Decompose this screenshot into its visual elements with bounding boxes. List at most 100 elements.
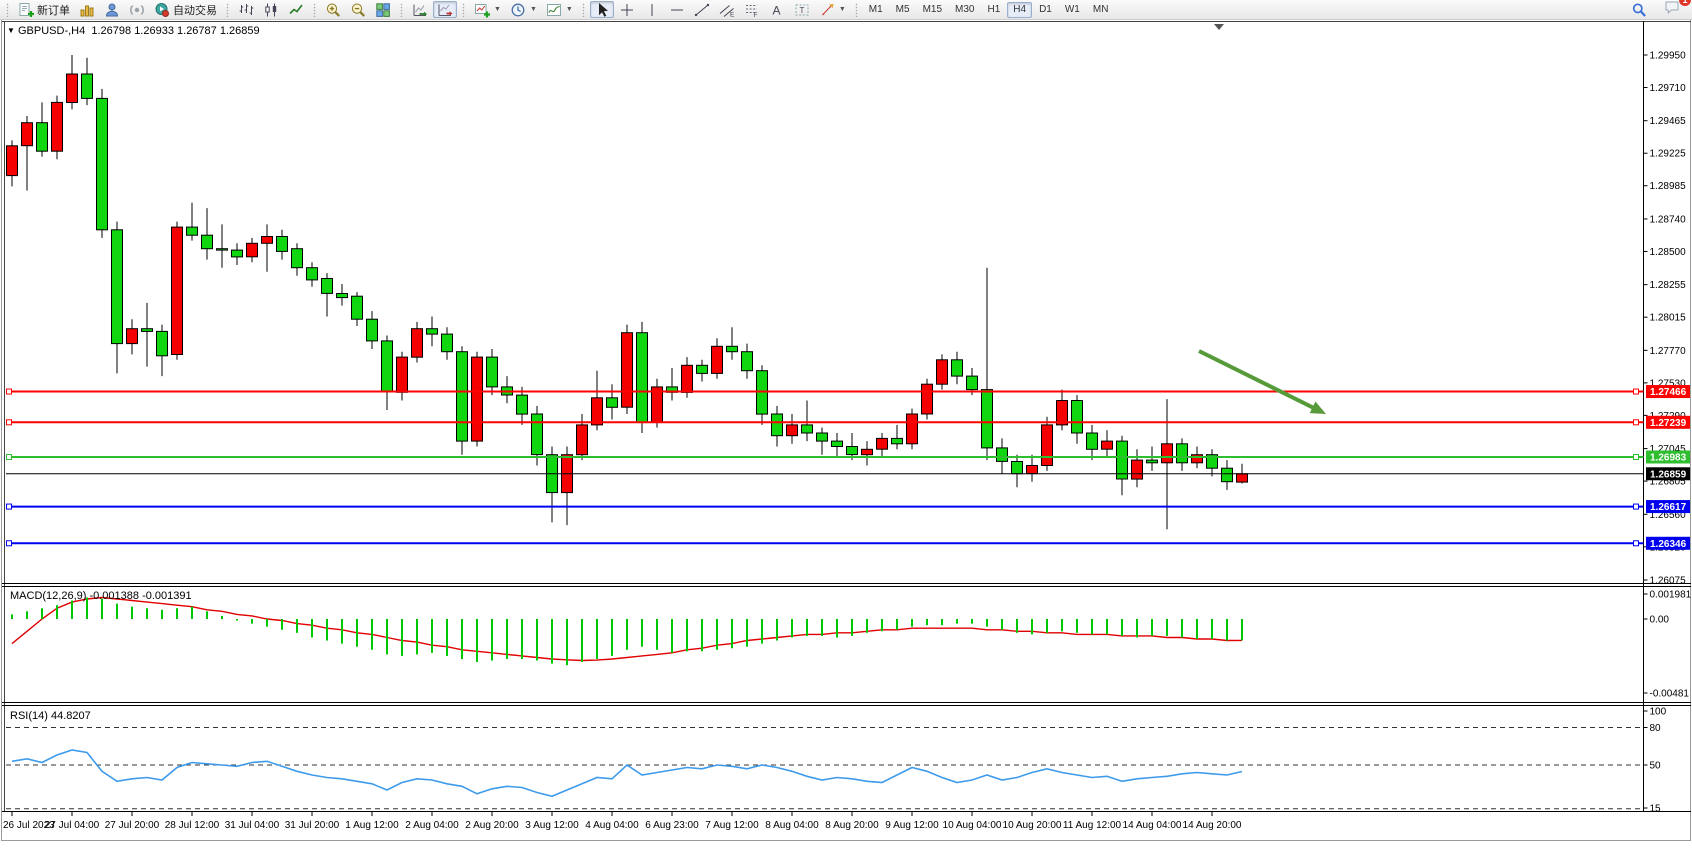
chart-symbol: GBPUSD-,H4	[18, 25, 85, 37]
toolbar-gripper[interactable]	[580, 3, 587, 17]
chart-shift-button[interactable]	[433, 1, 457, 18]
candle	[157, 325, 168, 377]
time-axis-label: 28 Jul 12:00	[165, 820, 220, 831]
candle	[172, 222, 183, 360]
candle	[112, 222, 123, 374]
line-handle[interactable]	[1634, 389, 1639, 394]
candle	[862, 441, 873, 465]
line-handle[interactable]	[7, 454, 12, 459]
charts-button[interactable]	[75, 1, 99, 18]
candle	[982, 268, 993, 460]
timeframe-h1-button[interactable]: H1	[981, 2, 1006, 18]
text-button[interactable]: A	[765, 1, 789, 18]
svg-text:F: F	[753, 12, 757, 18]
candle	[292, 243, 303, 275]
toolbar-gripper[interactable]	[224, 3, 231, 17]
candle	[502, 376, 513, 403]
toolbar-gripper[interactable]	[460, 3, 467, 17]
candle	[667, 368, 678, 401]
line-handle[interactable]	[1634, 454, 1639, 459]
candle	[757, 365, 768, 425]
line-chart-button[interactable]	[284, 1, 308, 18]
ohlc-close: 1.26859	[220, 25, 260, 37]
toolbar-gripper[interactable]	[4, 3, 11, 17]
svg-text:E: E	[730, 11, 735, 18]
indicators-button[interactable]: ▼	[470, 1, 505, 18]
candle	[1102, 430, 1113, 457]
periods-button[interactable]: ▼	[506, 1, 541, 18]
dropdown-arrow-icon[interactable]: ▼	[566, 6, 573, 13]
terminal-button[interactable]	[100, 1, 124, 18]
chart-menu-icon[interactable]: ▼	[7, 26, 15, 35]
price-axis-tick: 1.26075	[1650, 576, 1687, 587]
text-label-button[interactable]: T	[790, 1, 814, 18]
candle	[442, 327, 453, 360]
vertical-line-button[interactable]	[640, 1, 664, 18]
candle-chart-button[interactable]	[259, 1, 283, 18]
auto-trading-button[interactable]: 自动交易	[150, 1, 221, 18]
timeframe-d1-button[interactable]: D1	[1033, 2, 1058, 18]
line-handle[interactable]	[7, 541, 12, 546]
auto-scroll-button[interactable]	[408, 1, 432, 18]
crosshair-button[interactable]	[615, 1, 639, 18]
search-button[interactable]	[1627, 1, 1651, 18]
toolbar-gripper[interactable]	[311, 3, 318, 17]
candle	[622, 325, 633, 414]
candle	[412, 322, 423, 363]
timeframe-m30-button[interactable]: M30	[949, 2, 980, 18]
chart-shift-icon	[437, 2, 453, 18]
line-handle[interactable]	[1634, 504, 1639, 509]
timeframe-w1-button[interactable]: W1	[1059, 2, 1086, 18]
new-order-button[interactable]: 新订单	[14, 1, 74, 18]
macd-label: MACD(12,26,9) -0.001388 -0.001391	[10, 590, 192, 602]
line-handle[interactable]	[1634, 420, 1639, 425]
line-handle[interactable]	[7, 389, 12, 394]
line-chart-icon	[288, 2, 304, 18]
templates-button[interactable]: ▼	[542, 1, 577, 18]
chart-shift-marker-icon[interactable]	[1214, 24, 1224, 30]
time-axis-label: 4 Aug 04:00	[585, 820, 639, 831]
svg-text:A: A	[772, 3, 780, 17]
zoom-out-button[interactable]	[346, 1, 370, 18]
time-axis-label: 3 Aug 12:00	[525, 820, 579, 831]
rsi-axis-tick: 80	[1650, 723, 1662, 734]
trendline-button[interactable]	[690, 1, 714, 18]
cursor-button[interactable]	[590, 1, 614, 18]
candle	[457, 346, 468, 454]
horizontal-line-button[interactable]	[665, 1, 689, 18]
candle	[1177, 438, 1188, 471]
candle	[472, 352, 483, 447]
arrows-button[interactable]: ▼	[815, 1, 850, 18]
timeframe-mn-button[interactable]: MN	[1087, 2, 1115, 18]
zoom-in-button[interactable]	[321, 1, 345, 18]
candle	[1057, 390, 1068, 431]
price-axis-tick: 1.27770	[1650, 346, 1687, 357]
time-axis-label: 2 Aug 04:00	[405, 820, 459, 831]
candle	[202, 208, 213, 260]
arrow-annotation[interactable]	[1199, 351, 1315, 409]
candle	[712, 338, 723, 379]
dropdown-arrow-icon[interactable]: ▼	[530, 6, 537, 13]
tile-windows-button[interactable]	[371, 1, 395, 18]
dropdown-arrow-icon[interactable]: ▼	[839, 6, 846, 13]
chart-area[interactable]: 1.299501.297101.294651.292251.289851.287…	[0, 0, 1692, 849]
timeframe-h4-button[interactable]: H4	[1007, 2, 1032, 18]
timeframe-m5-button[interactable]: M5	[890, 2, 916, 18]
toolbar-gripper[interactable]	[853, 3, 860, 17]
candle	[97, 89, 108, 238]
candle	[82, 58, 93, 105]
bar-chart-button[interactable]	[234, 1, 258, 18]
channel-button[interactable]: E	[715, 1, 739, 18]
candle	[307, 262, 318, 286]
timeframe-m1-button[interactable]: M1	[863, 2, 889, 18]
notification-badge[interactable]: 1	[1679, 0, 1691, 6]
fibonacci-button[interactable]: F	[740, 1, 764, 18]
timeframe-m15-button[interactable]: M15	[917, 2, 948, 18]
signal-button[interactable]	[125, 1, 149, 18]
line-handle[interactable]	[7, 420, 12, 425]
dropdown-arrow-icon[interactable]: ▼	[494, 6, 501, 13]
toolbar-gripper[interactable]	[398, 3, 405, 17]
line-handle[interactable]	[1634, 541, 1639, 546]
candle	[577, 414, 588, 460]
line-handle[interactable]	[7, 504, 12, 509]
